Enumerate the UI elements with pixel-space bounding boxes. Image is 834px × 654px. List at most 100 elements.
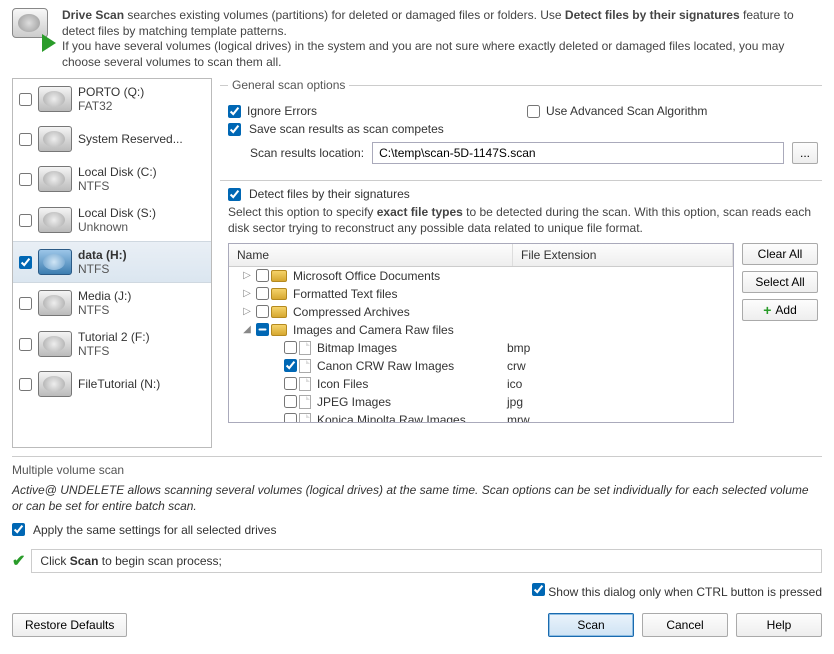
tree-item-name: Microsoft Office Documents [293, 269, 507, 283]
file-icon [299, 413, 311, 422]
tree-row[interactable]: ▷ Microsoft Office Documents [229, 267, 733, 285]
folder-icon [271, 270, 287, 282]
volume-list[interactable]: PORTO (Q:)FAT32System Reserved...Local D… [12, 78, 212, 448]
volume-checkbox[interactable] [19, 133, 32, 146]
volume-item[interactable]: Tutorial 2 (F:)NTFS [13, 324, 211, 365]
volume-checkbox[interactable] [19, 297, 32, 310]
tree-row[interactable]: Bitmap Imagesbmp [229, 339, 733, 357]
tree-row[interactable]: Konica Minolta Raw Imagesmrw [229, 411, 733, 422]
volume-item[interactable]: System Reserved... [13, 120, 211, 159]
volume-checkbox[interactable] [19, 256, 32, 269]
status-text: Click Scan to begin scan process; [31, 549, 822, 573]
tree-item-ext: crw [507, 359, 727, 373]
detect-signatures-label: Detect files by their signatures [249, 187, 410, 201]
tree-checkbox[interactable] [284, 341, 297, 354]
volume-fs: NTFS [78, 303, 131, 317]
tree-item-ext: ico [507, 377, 727, 391]
tree-item-name: Canon CRW Raw Images [317, 359, 507, 373]
ignore-errors-checkbox[interactable] [228, 105, 241, 118]
volume-fs: FAT32 [78, 99, 144, 113]
expand-arrow-icon[interactable]: ▷ [241, 306, 253, 317]
tree-row[interactable]: Canon CRW Raw Imagescrw [229, 357, 733, 375]
cancel-button[interactable]: Cancel [642, 613, 728, 637]
volume-fs: Unknown [78, 220, 156, 234]
volume-checkbox[interactable] [19, 378, 32, 391]
restore-defaults-button[interactable]: Restore Defaults [12, 613, 127, 637]
expand-arrow-icon[interactable]: ▷ [241, 270, 253, 281]
advanced-scan-label: Use Advanced Scan Algorithm [546, 104, 707, 118]
general-legend: General scan options [228, 78, 349, 92]
file-types-tree[interactable]: Name File Extension ▷ Microsoft Office Do… [228, 243, 734, 423]
clear-all-button[interactable]: Clear All [742, 243, 818, 265]
file-icon [299, 359, 311, 373]
tree-item-ext: jpg [507, 395, 727, 409]
add-button[interactable]: +Add [742, 299, 818, 321]
dialog-header: Drive Scan searches existing volumes (pa… [12, 4, 822, 78]
volume-checkbox[interactable] [19, 93, 32, 106]
save-results-label: Save scan results as scan competes [249, 122, 444, 136]
volume-item[interactable]: Local Disk (C:)NTFS [13, 159, 211, 200]
tree-checkbox[interactable] [284, 377, 297, 390]
plus-icon: + [763, 303, 771, 317]
tree-checkbox[interactable] [256, 269, 269, 282]
volume-checkbox[interactable] [19, 338, 32, 351]
volume-fs: NTFS [78, 262, 127, 276]
tree-checkbox[interactable] [256, 287, 269, 300]
tree-checkbox[interactable] [284, 413, 297, 422]
tree-item-name: Icon Files [317, 377, 507, 391]
file-icon [299, 341, 311, 355]
multi-title: Multiple volume scan [12, 463, 822, 477]
tree-checkbox[interactable] [284, 359, 297, 372]
volume-checkbox[interactable] [19, 214, 32, 227]
expand-arrow-icon[interactable]: ▷ [241, 288, 253, 299]
col-ext-header[interactable]: File Extension [513, 244, 733, 266]
help-button[interactable]: Help [736, 613, 822, 637]
save-results-checkbox[interactable] [228, 123, 241, 136]
general-scan-options: General scan options Ignore Errors Use A… [220, 78, 822, 172]
tree-row[interactable]: ▷Compressed Archives [229, 303, 733, 321]
volume-checkbox[interactable] [19, 173, 32, 186]
volume-item[interactable]: Local Disk (S:)Unknown [13, 200, 211, 241]
tree-item-ext: bmp [507, 341, 727, 355]
detect-signatures-checkbox[interactable] [228, 188, 241, 201]
show-dialog-checkbox[interactable] [532, 583, 545, 596]
volume-item[interactable]: data (H:)NTFS [13, 241, 211, 283]
results-location-input[interactable] [372, 142, 784, 164]
scan-button[interactable]: Scan [548, 613, 634, 637]
tree-checkbox[interactable] [284, 395, 297, 408]
tree-item-name: Images and Camera Raw files [293, 323, 507, 337]
tree-checkbox[interactable] [256, 323, 269, 336]
header-text: Drive Scan searches existing volumes (pa… [62, 8, 822, 70]
drive-icon [38, 86, 72, 112]
drive-icon [38, 331, 72, 357]
tree-row[interactable]: ▷ Formatted Text files [229, 285, 733, 303]
volume-item[interactable]: FileTutorial (N:) [13, 365, 211, 404]
expand-arrow-icon[interactable]: ◢ [241, 324, 253, 335]
advanced-scan-checkbox[interactable] [527, 105, 540, 118]
tree-row[interactable]: ◢ Images and Camera Raw files [229, 321, 733, 339]
check-icon: ✔ [12, 551, 25, 571]
drive-icon [38, 126, 72, 152]
volume-label: Local Disk (S:) [78, 206, 156, 220]
volume-fs: NTFS [78, 179, 157, 193]
select-all-button[interactable]: Select All [742, 271, 818, 293]
browse-button[interactable]: ... [792, 142, 818, 164]
same-settings-checkbox[interactable] [12, 523, 25, 536]
volume-label: data (H:) [78, 248, 127, 262]
file-icon [299, 395, 311, 409]
volume-fs: NTFS [78, 344, 150, 358]
file-icon [299, 377, 311, 391]
volume-item[interactable]: Media (J:)NTFS [13, 283, 211, 324]
tree-row[interactable]: Icon Filesico [229, 375, 733, 393]
folder-icon [271, 306, 287, 318]
tree-row[interactable]: JPEG Imagesjpg [229, 393, 733, 411]
col-name-header[interactable]: Name [229, 244, 513, 266]
volume-item[interactable]: PORTO (Q:)FAT32 [13, 79, 211, 120]
tree-checkbox[interactable] [256, 305, 269, 318]
multiple-volume-scan-section: Multiple volume scan Active@ UNDELETE al… [12, 456, 822, 536]
tree-item-name: Formatted Text files [293, 287, 507, 301]
show-dialog-option[interactable]: Show this dialog only when CTRL button i… [532, 585, 822, 599]
same-settings-label: Apply the same settings for all selected… [33, 523, 276, 537]
tree-header: Name File Extension [229, 244, 733, 267]
drive-icon [38, 371, 72, 397]
